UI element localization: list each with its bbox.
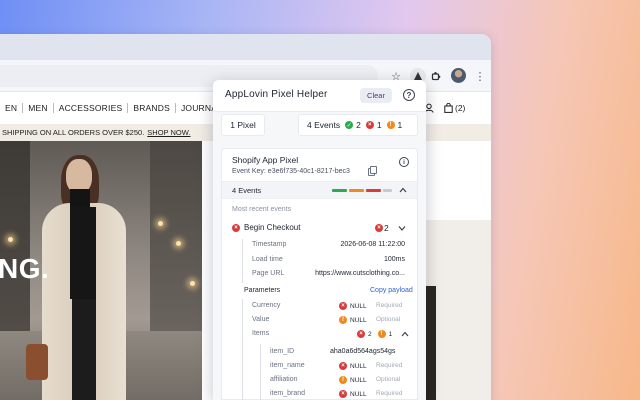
event-name: Begin Checkout bbox=[244, 223, 301, 232]
error-x-icon: × bbox=[339, 390, 347, 398]
params-divider bbox=[242, 299, 243, 400]
page-url-value[interactable]: https://www.cutsclothing.co... bbox=[315, 270, 405, 277]
param-currency-label: Currency bbox=[252, 302, 281, 309]
error-x-icon: × bbox=[357, 330, 365, 338]
puzzle-extensions-icon[interactable] bbox=[428, 68, 444, 84]
pixel-events-count: 4 Events bbox=[232, 186, 262, 195]
item-id-value: aha0a6d564ags54gs bbox=[330, 348, 396, 355]
affiliation-status: Optional bbox=[376, 376, 401, 383]
parameters-label: Parameters bbox=[244, 287, 281, 294]
item-brand-label: item_brand bbox=[270, 390, 306, 397]
stats-bar: 1 Pixel 4 Events ✓ 2 × 1 ! 1 bbox=[221, 114, 418, 136]
hero-headline: NG. bbox=[0, 253, 50, 284]
pixel-count-tab[interactable]: 1 Pixel bbox=[221, 114, 265, 136]
events-summary-tab[interactable]: 4 Events ✓ 2 × 1 ! 1 bbox=[298, 114, 418, 136]
success-count: 2 bbox=[356, 120, 361, 130]
load-time-label: Load time bbox=[252, 256, 283, 263]
shopping-bag-icon bbox=[444, 103, 453, 113]
hero-image[interactable]: NG. bbox=[0, 141, 202, 400]
item-name-status: Required bbox=[376, 362, 403, 369]
items-divider bbox=[260, 344, 261, 400]
affiliation-label: affiliation bbox=[270, 376, 298, 383]
chevron-up-icon[interactable] bbox=[399, 187, 407, 193]
warning-icon: ! bbox=[339, 316, 347, 324]
warning-icon: ! bbox=[386, 121, 395, 129]
detail-divider bbox=[242, 239, 243, 283]
chevron-up-icon[interactable] bbox=[401, 331, 409, 337]
warning-icon: ! bbox=[339, 376, 347, 384]
events-accordion-header[interactable]: 4 Events bbox=[222, 181, 417, 199]
timestamp-label: Timestamp bbox=[252, 241, 287, 248]
warning-count: 1 bbox=[397, 120, 403, 130]
error-x-icon: × bbox=[339, 362, 347, 370]
cart-button[interactable]: (2) bbox=[444, 103, 465, 113]
browser-tab-strip bbox=[0, 34, 491, 60]
status-segment-warning bbox=[349, 189, 364, 192]
product-image[interactable] bbox=[424, 220, 491, 400]
load-time-value: 100ms bbox=[383, 256, 405, 263]
error-x-icon: × bbox=[365, 121, 374, 129]
pixel-name: Shopify App Pixel bbox=[232, 155, 299, 165]
item-brand-value: × NULL bbox=[339, 390, 367, 398]
pixel-helper-popup: AppLovin Pixel Helper Clear ? 1 Pixel 4 … bbox=[213, 80, 426, 400]
error-x-icon: × bbox=[339, 302, 347, 310]
item-id-label: item_ID bbox=[270, 348, 295, 355]
error-count: 1 bbox=[376, 120, 382, 130]
clear-button[interactable]: Clear bbox=[360, 88, 392, 103]
hero-model bbox=[26, 155, 140, 400]
param-value-value: ! NULL bbox=[339, 316, 367, 324]
error-x-icon: × bbox=[375, 224, 383, 232]
param-currency-value: × NULL bbox=[339, 302, 367, 310]
items-error-count: 2 bbox=[368, 330, 372, 338]
check-icon: ✓ bbox=[345, 121, 354, 129]
timestamp-value: 2026-06-08 11:22:00 bbox=[340, 241, 405, 248]
pixel-card: Shopify App Pixel Event Key: e3e6f735-40… bbox=[221, 148, 418, 400]
chevron-down-icon[interactable] bbox=[398, 225, 406, 231]
param-value-status: Optional bbox=[376, 316, 401, 323]
handbag bbox=[26, 344, 48, 380]
nav-item-accessories[interactable]: ACCESSORIES bbox=[54, 103, 129, 113]
error-x-icon: × bbox=[232, 223, 240, 232]
cart-count: (2) bbox=[455, 103, 466, 113]
param-currency-status: Required bbox=[376, 302, 403, 309]
affiliation-value: ! NULL bbox=[339, 376, 367, 384]
street-light bbox=[158, 221, 163, 226]
help-icon[interactable]: ? bbox=[403, 89, 415, 101]
popup-header: AppLovin Pixel Helper Clear ? bbox=[213, 80, 426, 112]
event-key: Event Key: e3e6f735-40c1-8217-bec3 bbox=[232, 168, 350, 175]
status-segment-pending bbox=[383, 189, 392, 192]
nav-item-brands[interactable]: BRANDS bbox=[128, 103, 176, 113]
nav-item-men[interactable]: MEN bbox=[23, 103, 54, 113]
street-light bbox=[190, 281, 195, 286]
item-name-value: × NULL bbox=[339, 362, 367, 370]
page-url-label: Page URL bbox=[252, 270, 285, 277]
item-name-label: item_name bbox=[270, 362, 305, 369]
copy-payload-button[interactable]: Copy payload bbox=[370, 287, 413, 294]
info-icon[interactable]: i bbox=[399, 157, 409, 167]
param-value-label: Value bbox=[252, 316, 270, 323]
event-error-count: 2 bbox=[384, 223, 389, 233]
site-header-icons: (2) bbox=[424, 92, 465, 124]
nav-item-women[interactable]: EN bbox=[0, 103, 24, 113]
street-light bbox=[176, 241, 181, 246]
item-brand-status: Required bbox=[376, 390, 403, 397]
event-error-badge: × 2 bbox=[375, 223, 406, 233]
param-items-badges: × 2 ! 1 bbox=[357, 330, 409, 338]
status-segment-success bbox=[332, 189, 347, 192]
events-count: 4 Events bbox=[307, 120, 341, 130]
popup-title: AppLovin Pixel Helper bbox=[225, 89, 328, 100]
warning-icon: ! bbox=[377, 330, 386, 338]
items-warning-count: 1 bbox=[388, 330, 393, 338]
promo-text: SHIPPING ON ALL ORDERS OVER $250. bbox=[2, 128, 145, 137]
event-row-begin-checkout[interactable]: × Begin Checkout bbox=[232, 223, 300, 232]
more-menu-icon[interactable]: ⋮ bbox=[472, 68, 488, 84]
recent-events-label: Most recent events bbox=[232, 206, 292, 213]
profile-avatar[interactable] bbox=[451, 68, 466, 83]
param-items-label[interactable]: Items bbox=[252, 330, 269, 337]
copy-icon[interactable] bbox=[368, 166, 377, 176]
promo-shop-now-link[interactable]: SHOP NOW. bbox=[147, 128, 190, 137]
status-segment-error bbox=[366, 189, 381, 192]
street-light bbox=[8, 237, 13, 242]
